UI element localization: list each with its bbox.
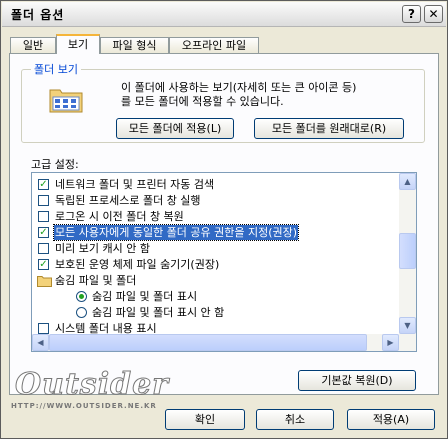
help-icon: ? <box>408 7 415 21</box>
list-item-label: 네트워크 폴더 및 프린터 자동 검색 <box>55 178 215 191</box>
list-item-label: 보호된 운영 체제 파일 숨기기(권장) <box>55 258 220 271</box>
ok-button[interactable]: 확인 <box>165 409 245 430</box>
checkbox-restore-windows[interactable] <box>38 211 49 222</box>
watermark-url: HTTP://WWW.OUTSIDER.NE.KR <box>11 402 157 410</box>
cancel-button[interactable]: 취소 <box>256 409 334 430</box>
watermark-logo: Outsider <box>15 367 169 403</box>
help-button[interactable]: ? <box>402 5 421 23</box>
list-item-label: 숨김 파일 및 폴더 표시 안 함 <box>92 306 225 319</box>
description-line-1: 이 폴더에 사용하는 보기(자세히 또는 큰 아이콘 등) <box>121 81 357 94</box>
radio-hide-hidden[interactable] <box>76 307 87 318</box>
window-title: 폴더 옵션 <box>11 8 65 22</box>
list-item-label: 독립된 프로세스로 폴더 창 실행 <box>55 194 201 207</box>
close-icon: ✕ <box>428 7 439 21</box>
description-line-2: 를 모든 폴더에 적용할 수 있습니다. <box>121 95 284 108</box>
folder-view-legend: 폴더 보기 <box>31 61 81 77</box>
scroll-down-icon[interactable]: ▼ <box>399 317 416 334</box>
reset-all-folders-button[interactable]: 모든 폴더를 원래대로(R) <box>254 118 404 139</box>
tab-view[interactable]: 보기 <box>56 34 100 54</box>
title-bar: 폴더 옵션 ? ✕ <box>2 2 446 27</box>
horizontal-scroll-thumb[interactable] <box>49 334 367 351</box>
checkbox-hide-os-files[interactable]: ✓ <box>38 259 49 270</box>
list-item-label: 미리 보기 캐시 안 함 <box>55 242 150 255</box>
close-button[interactable]: ✕ <box>424 5 443 23</box>
checkbox-no-thumbnail-cache[interactable] <box>38 243 49 254</box>
list-item-label: 로그온 시 이전 폴더 창 복원 <box>55 210 184 223</box>
list-item-label: 숨김 파일 및 폴더 <box>55 274 137 287</box>
checkbox-auto-search[interactable]: ✓ <box>38 179 49 190</box>
horizontal-scrollbar[interactable]: ◀ ▶ <box>32 334 416 351</box>
tab-file-types[interactable]: 파일 형식 <box>100 37 169 53</box>
folder-view-icon <box>49 89 83 113</box>
list-item-label: 모든 사용자에게 동일한 폴더 공유 권한을 지정(권장) <box>52 224 300 241</box>
checkbox-same-share-permissions[interactable]: ✓ <box>38 227 49 238</box>
tab-general[interactable]: 일반 <box>10 37 56 53</box>
list-item-label: 숨김 파일 및 폴더 표시 <box>92 290 198 303</box>
folder-options-window: 폴더 옵션 ? ✕ 일반 보기 파일 형식 오프라인 파일 폴더 보기 이 폴더… <box>0 0 448 439</box>
scroll-left-icon[interactable]: ◀ <box>32 334 49 351</box>
checkbox-show-system-folders[interactable] <box>38 323 49 334</box>
scroll-right-icon[interactable]: ▶ <box>382 334 399 351</box>
advanced-settings-label: 고급 설정: <box>31 158 79 171</box>
scroll-up-icon[interactable]: ▲ <box>399 173 416 190</box>
vertical-scrollbar[interactable]: ▲ ▼ <box>399 173 416 334</box>
folder-icon <box>37 276 52 287</box>
advanced-settings-list[interactable]: ✓ 네트워크 폴더 및 프린터 자동 검색 독립된 프로세스로 폴더 창 실행 … <box>31 172 417 352</box>
radio-show-hidden[interactable] <box>76 291 87 302</box>
folder-view-description: 이 폴더에 사용하는 보기(자세히 또는 큰 아이콘 등) 를 모든 폴더에 적… <box>121 81 421 109</box>
vertical-scroll-thumb[interactable] <box>399 233 416 269</box>
apply-to-all-folders-button[interactable]: 모든 폴더에 적용(L) <box>116 118 234 139</box>
checkbox-separate-process[interactable] <box>38 195 49 206</box>
apply-button[interactable]: 적용(A) <box>347 409 435 430</box>
tab-offline-files[interactable]: 오프라인 파일 <box>169 37 259 53</box>
restore-defaults-button[interactable]: 기본값 복원(D) <box>298 370 416 391</box>
